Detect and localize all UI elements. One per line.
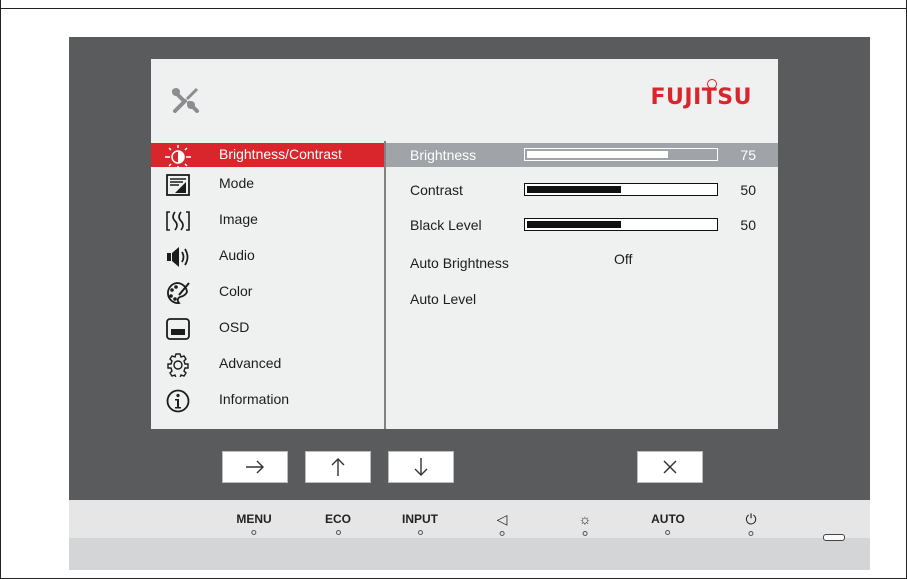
- monitor-base-panel: MENU ECO INPUT ◁ ☼ AUTO ⏻: [69, 500, 870, 570]
- auto-hw-button[interactable]: AUTO: [651, 512, 685, 535]
- osd-menu: FUJITSU Brightness/Contrast Mode Image A…: [151, 59, 778, 429]
- brightness-slider[interactable]: [524, 148, 718, 161]
- setting-label: Auto Brightness: [410, 255, 509, 271]
- gear-icon: [167, 353, 189, 377]
- base-lower-strip: [69, 538, 870, 570]
- black-level-slider[interactable]: [524, 218, 718, 231]
- menu-item-brightness-contrast[interactable]: Brightness/Contrast: [151, 143, 384, 169]
- arrow-down-icon: [414, 458, 428, 476]
- eco-hw-button[interactable]: ECO: [325, 512, 351, 535]
- osd-icon: [166, 318, 190, 340]
- setting-brightness[interactable]: Brightness 75: [386, 143, 778, 167]
- mode-icon: [166, 174, 190, 196]
- menu-item-label: Color: [219, 283, 253, 299]
- input-hw-button[interactable]: INPUT: [402, 512, 438, 535]
- input-hw-label: INPUT: [402, 512, 438, 526]
- right-arrow-button[interactable]: [222, 451, 288, 483]
- setting-label: Black Level: [410, 217, 482, 233]
- setting-auto-level[interactable]: Auto Level: [386, 287, 778, 311]
- speaker-icon: [167, 247, 189, 267]
- arrow-right-icon: [246, 460, 264, 474]
- setting-label: Auto Level: [410, 291, 477, 307]
- osd-main-menu: Brightness/Contrast Mode Image Audio Col…: [151, 141, 384, 429]
- setting-black-level[interactable]: Black Level 50: [386, 213, 778, 237]
- menu-item-osd[interactable]: OSD: [151, 315, 384, 343]
- down-arrow-button[interactable]: [388, 451, 454, 483]
- eco-hw-label: ECO: [324, 512, 352, 526]
- menu-item-mode[interactable]: Mode: [151, 171, 384, 199]
- menu-item-image[interactable]: Image: [151, 207, 384, 235]
- sun-icon: ☼: [578, 511, 592, 527]
- power-hw-button[interactable]: ⏻: [745, 511, 757, 536]
- menu-item-color[interactable]: Color: [151, 279, 384, 307]
- fujitsu-logo: FUJITSU: [650, 79, 752, 110]
- setting-label: Contrast: [410, 182, 463, 198]
- setting-auto-brightness[interactable]: Auto Brightness Off: [386, 251, 778, 275]
- menu-hw-button[interactable]: MENU: [236, 512, 272, 535]
- brightness-hw-button[interactable]: ☼: [578, 511, 592, 536]
- menu-item-advanced[interactable]: Advanced: [151, 351, 384, 379]
- black-level-fill: [527, 221, 621, 228]
- brand-text: FUJITSU: [650, 85, 752, 110]
- auto-brightness-value: Off: [614, 251, 633, 267]
- volume-icon: ◁: [496, 511, 508, 527]
- setting-contrast[interactable]: Contrast 50: [386, 178, 778, 202]
- menu-item-label: OSD: [219, 319, 250, 335]
- up-arrow-button[interactable]: [305, 451, 371, 483]
- menu-item-label: Advanced: [219, 355, 282, 371]
- contrast-value: 50: [740, 182, 756, 198]
- arrow-up-icon: [331, 458, 345, 476]
- tools-icon: [172, 87, 199, 113]
- menu-item-audio[interactable]: Audio: [151, 243, 384, 271]
- menu-item-label: Brightness/Contrast: [219, 146, 342, 162]
- palette-icon: [167, 282, 190, 304]
- menu-item-information[interactable]: Information: [151, 387, 384, 415]
- brightness-icon: [165, 145, 191, 169]
- contrast-fill: [527, 186, 621, 193]
- menu-item-label: Mode: [219, 175, 255, 191]
- settings-panel: Brightness 75 Contrast 50 Black Level 50…: [386, 141, 778, 429]
- black-level-value: 50: [740, 217, 756, 233]
- volume-hw-button[interactable]: ◁: [496, 511, 508, 536]
- brightness-fill: [527, 151, 668, 158]
- menu-item-label: Audio: [219, 247, 255, 263]
- contrast-slider[interactable]: [524, 183, 718, 196]
- image-icon: [166, 211, 190, 231]
- power-icon: ⏻: [745, 511, 757, 527]
- info-icon: [166, 389, 190, 413]
- menu-item-label: Information: [219, 391, 290, 407]
- power-led: [823, 534, 845, 541]
- menu-item-label: Image: [219, 211, 258, 227]
- close-button[interactable]: [637, 451, 703, 483]
- setting-label: Brightness: [410, 147, 477, 163]
- brightness-value: 75: [740, 147, 756, 163]
- osd-header: FUJITSU: [151, 59, 778, 141]
- close-icon: [663, 460, 677, 474]
- menu-hw-label: MENU: [236, 512, 272, 526]
- auto-hw-label: AUTO: [651, 512, 685, 526]
